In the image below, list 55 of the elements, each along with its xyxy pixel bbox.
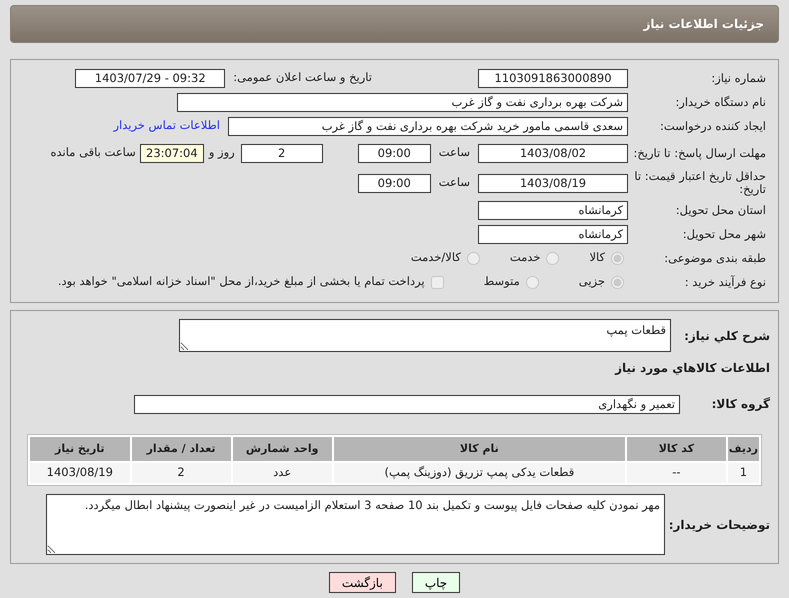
text-field[interactable]: 1103091863000890 xyxy=(478,68,628,88)
description-field[interactable]: قطعات پمپ xyxy=(179,319,671,352)
table-cell: 1403/08/19 xyxy=(30,463,130,483)
text-field[interactable]: 09:00 xyxy=(358,174,431,192)
field-label: روز و xyxy=(208,144,235,162)
text-field[interactable]: 1403/07/29 - 09:32 xyxy=(75,68,226,88)
contact-link[interactable]: اطلاعات تماس خریدار xyxy=(113,117,220,135)
field-label: توضیحات خریدار: xyxy=(668,516,770,534)
column-header: تاریخ نیاز xyxy=(30,437,130,461)
option-label: کالا/خدمت xyxy=(410,249,461,266)
field-label: طبقه بندی موضوعی: xyxy=(663,252,767,264)
field-label: مهلت ارسال پاسخ: تا تاریخ: xyxy=(632,146,767,160)
table-cell: 2 xyxy=(132,463,231,483)
option-label: خدمت xyxy=(510,249,540,266)
field-label: نوع فرآیند خرید : xyxy=(684,276,767,288)
print-button[interactable]: چاپ xyxy=(412,572,460,593)
field-label: تاریخ و ساعت اعلان عمومی: xyxy=(233,69,372,86)
text-field[interactable]: سعدی قاسمی مامور خرید شرکت بهره برداری نفت و گاز غرب xyxy=(228,116,628,136)
column-header: تعداد / مقدار xyxy=(132,437,231,461)
option-label: پرداخت تمام یا بخشی از مبلغ خرید،از محل "اسناد خزانه اسلامی" خواهد بود. xyxy=(58,273,425,290)
table-cell: عدد xyxy=(232,463,332,483)
option-label: جزیی xyxy=(578,273,605,290)
text-field[interactable]: کرمانشاه xyxy=(478,200,628,220)
option-label: کالا xyxy=(589,249,605,266)
timer-field[interactable]: 23:07:04 xyxy=(140,144,204,162)
back-button[interactable]: بازگشت xyxy=(328,572,396,593)
field-label: شهر محل تحویل: xyxy=(682,228,767,240)
field-label: حداقل تاریخ اعتبار قیمت: تا تاریخ: xyxy=(633,170,767,196)
column-header: ردیف xyxy=(728,437,759,461)
text-field[interactable]: 1403/08/19 xyxy=(478,174,628,192)
field-label: نام دستگاه خریدار: xyxy=(674,96,767,108)
text-field[interactable]: شرکت بهره برداری نفت و گاز غرب xyxy=(177,92,628,112)
field-label: ساعت xyxy=(438,174,470,192)
field-label: گروه کالا: xyxy=(710,396,770,413)
text-field[interactable]: 09:00 xyxy=(358,144,431,162)
table-cell: -- xyxy=(626,463,726,483)
notes-field[interactable]: مهر نمودن کلیه صفحات فایل پیوست و تکمیل بند 10 صفحه 3 استعلام الزامیست در غیر اینصورت پیشنهاد ابطال میگردد. xyxy=(46,494,665,555)
column-header: نام کالا xyxy=(334,437,625,461)
text-field[interactable]: 2 xyxy=(240,144,323,162)
table-cell: قطعات یدکی پمپ تزریق (دوزینگ پمپ) xyxy=(334,463,625,483)
field-label: استان محل تحویل: xyxy=(674,204,767,216)
section-heading: اطلاعات کالاهاي مورد نياز xyxy=(615,360,770,377)
text-field[interactable]: تعمیر و نگهداری xyxy=(134,394,680,414)
table-cell: 1 xyxy=(728,463,759,483)
text-field[interactable]: کرمانشاه xyxy=(478,224,628,244)
field-label: شماره نیاز: xyxy=(710,72,767,84)
field-label: شرح کلي نياز: xyxy=(683,328,771,344)
text-field[interactable]: 1403/08/02 xyxy=(478,144,628,162)
column-header: کد کالا xyxy=(626,437,726,461)
option-label: متوسط xyxy=(484,273,520,290)
column-header: واحد شمارش xyxy=(232,437,332,461)
field-label: ایجاد کننده درخواست: xyxy=(659,120,767,132)
page-title: جزئیات اطلاعات نیاز xyxy=(643,16,764,33)
field-label: ساعت باقی مانده xyxy=(50,144,136,162)
field-label: ساعت xyxy=(438,144,470,162)
